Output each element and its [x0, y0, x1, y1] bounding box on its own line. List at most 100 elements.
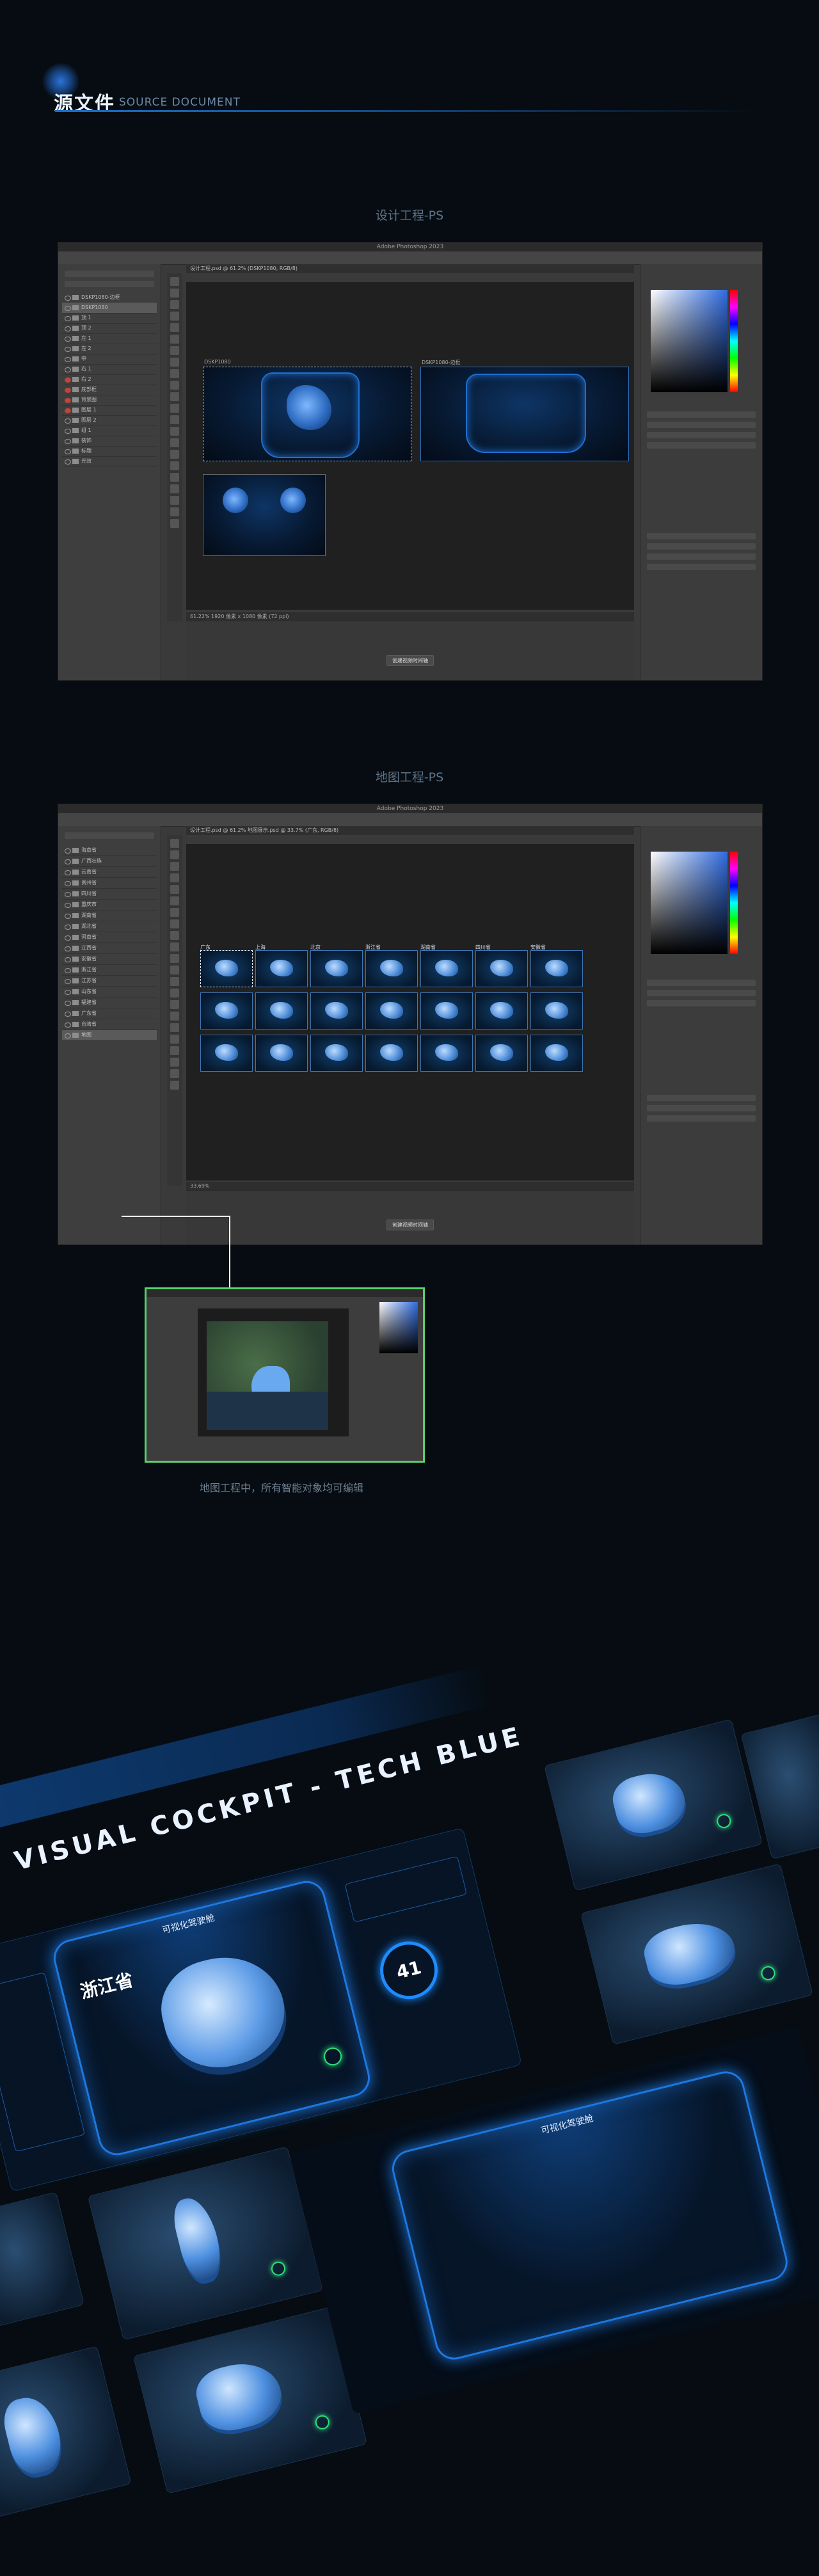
layer-row[interactable]: 地图	[62, 1030, 157, 1041]
layer-row[interactable]: 广东省	[62, 1008, 157, 1019]
properties-row[interactable]	[647, 980, 756, 986]
artboard-frame[interactable]	[420, 367, 629, 461]
tool-icon[interactable]	[170, 507, 179, 516]
visibility-eye-icon[interactable]	[65, 418, 71, 424]
visibility-eye-icon[interactable]	[65, 848, 71, 854]
visibility-eye-icon[interactable]	[65, 1022, 71, 1028]
properties-row[interactable]	[647, 990, 756, 996]
visibility-eye-icon[interactable]	[65, 408, 71, 413]
layer-row[interactable]: 装饰	[62, 436, 157, 447]
visibility-eye-icon[interactable]	[65, 398, 71, 403]
hue-slider[interactable]	[730, 852, 738, 954]
layer-row[interactable]: 湖南省	[62, 910, 157, 921]
visibility-eye-icon[interactable]	[65, 881, 71, 886]
tool-icon[interactable]	[170, 461, 179, 470]
map-thumbnail[interactable]	[420, 1035, 473, 1072]
layers-filter[interactable]	[65, 832, 154, 839]
layer-row[interactable]: 标题	[62, 446, 157, 457]
map-thumbnail[interactable]	[365, 950, 418, 987]
map-thumbnail[interactable]	[255, 950, 308, 987]
channels-row[interactable]	[647, 1105, 756, 1111]
layer-row[interactable]: 浙江省	[62, 965, 157, 976]
map-thumbnail[interactable]	[530, 992, 583, 1030]
map-thumbnail[interactable]	[475, 1035, 528, 1072]
tool-icon[interactable]	[170, 427, 179, 436]
visibility-eye-icon[interactable]	[65, 306, 71, 311]
layer-row[interactable]: 云南省	[62, 867, 157, 878]
tool-icon[interactable]	[170, 358, 179, 367]
channels-row[interactable]	[647, 533, 756, 539]
artboard-assets[interactable]	[203, 474, 326, 556]
layer-row[interactable]: 右 2	[62, 374, 157, 385]
tool-icon[interactable]	[170, 277, 179, 286]
tool-icon[interactable]	[170, 289, 179, 298]
blend-mode-select[interactable]	[65, 281, 154, 287]
channels-row[interactable]	[647, 553, 756, 560]
map-thumbnail[interactable]	[255, 1035, 308, 1072]
tool-icon[interactable]	[170, 966, 179, 974]
tool-icon[interactable]	[170, 519, 179, 528]
map-thumbnail[interactable]	[365, 1035, 418, 1072]
visibility-eye-icon[interactable]	[65, 859, 71, 864]
properties-row[interactable]	[647, 432, 756, 438]
layer-row[interactable]: 海南省	[62, 845, 157, 856]
options-bar[interactable]	[58, 813, 762, 827]
visibility-eye-icon[interactable]	[65, 449, 71, 454]
layer-row[interactable]: 组 1	[62, 425, 157, 436]
layers-panel[interactable]: 海南省 广西壮族 云南省 贵州省 四川省 重庆市 湖南省 湖北省 河南省 江西省 安徽省 浙江省 江苏省…	[58, 826, 161, 1244]
layer-row[interactable]: 左 2	[62, 344, 157, 354]
tool-icon[interactable]	[170, 1046, 179, 1055]
map-thumbnail[interactable]	[475, 950, 528, 987]
tool-icon[interactable]	[170, 438, 179, 447]
visibility-eye-icon[interactable]	[65, 968, 71, 973]
map-thumbnail[interactable]	[420, 992, 473, 1030]
visibility-eye-icon[interactable]	[65, 347, 71, 352]
tool-icon[interactable]	[170, 919, 179, 928]
map-thumbnail[interactable]	[365, 992, 418, 1030]
layer-row[interactable]: 福建省	[62, 998, 157, 1008]
visibility-eye-icon[interactable]	[65, 946, 71, 951]
layer-row[interactable]: 顶 1	[62, 313, 157, 324]
map-thumbnail[interactable]	[200, 992, 253, 1030]
tool-icon[interactable]	[170, 954, 179, 963]
channels-row[interactable]	[647, 543, 756, 550]
channels-row[interactable]	[647, 564, 756, 570]
properties-row[interactable]	[647, 411, 756, 418]
tool-icon[interactable]	[170, 415, 179, 424]
layer-row[interactable]: 山东省	[62, 987, 157, 998]
tool-icon[interactable]	[170, 300, 179, 309]
visibility-eye-icon[interactable]	[65, 1001, 71, 1006]
visibility-eye-icon[interactable]	[65, 1033, 71, 1038]
right-panels[interactable]	[640, 264, 762, 680]
visibility-eye-icon[interactable]	[65, 429, 71, 434]
map-thumbnail[interactable]	[530, 1035, 583, 1072]
map-thumbnail[interactable]	[310, 1035, 363, 1072]
layers-panel[interactable]: DSKP1080-边框 DSKP1080 顶 1 顶 2 左 1 左 2 中右 1 右 2 底部…	[58, 264, 161, 680]
canvas[interactable]: DSKP1080 DSKP1080-边框	[186, 282, 634, 610]
tool-icon[interactable]	[170, 1012, 179, 1021]
layer-row[interactable]: 江苏省	[62, 976, 157, 987]
visibility-eye-icon[interactable]	[65, 296, 71, 301]
visibility-eye-icon[interactable]	[65, 388, 71, 393]
right-panels[interactable]	[640, 826, 762, 1244]
tool-icon[interactable]	[170, 1058, 179, 1067]
tool-icon[interactable]	[170, 450, 179, 459]
properties-row[interactable]	[647, 442, 756, 449]
tool-icon[interactable]	[170, 839, 179, 848]
layer-row[interactable]: 贵州省	[62, 878, 157, 889]
map-thumbnail[interactable]	[420, 950, 473, 987]
map-thumbnail[interactable]	[475, 992, 528, 1030]
layer-row[interactable]: 图层 2	[62, 415, 157, 426]
layer-row[interactable]: 台湾省	[62, 1019, 157, 1030]
color-picker[interactable]	[651, 290, 728, 392]
document-tab[interactable]: 设计工程.psd @ 61.2% 地图展示.psd @ 33.7% (广东, R…	[186, 826, 634, 835]
tool-icon[interactable]	[170, 1081, 179, 1090]
map-thumbnail[interactable]	[530, 950, 583, 987]
tool-icon[interactable]	[170, 1069, 179, 1078]
timeline-panel[interactable]: 创建视频时间轴	[186, 621, 634, 680]
artboard-dashboard[interactable]	[203, 367, 411, 461]
tool-icon[interactable]	[170, 404, 179, 413]
layer-row[interactable]: DSKP1080	[62, 303, 157, 314]
visibility-eye-icon[interactable]	[65, 1012, 71, 1017]
channels-row[interactable]	[647, 1115, 756, 1122]
